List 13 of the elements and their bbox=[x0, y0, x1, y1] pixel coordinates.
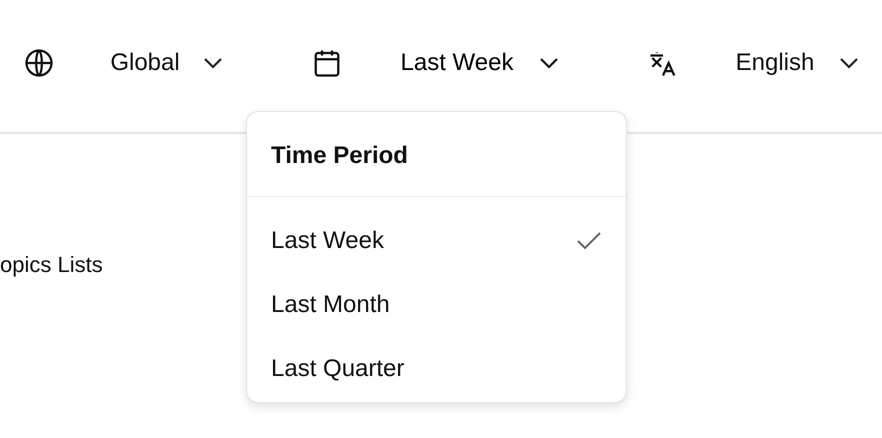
filter-dropdown[interactable]: Global bbox=[24, 48, 224, 78]
chevron-down-icon bbox=[838, 56, 860, 70]
chevron-down-icon bbox=[202, 56, 224, 70]
chevron-down-icon bbox=[538, 56, 560, 70]
menu-item[interactable]: Last Week bbox=[247, 209, 626, 273]
globe-icon bbox=[24, 48, 54, 78]
body-text: opics Lists bbox=[0, 251, 103, 279]
calendar-icon bbox=[312, 48, 342, 78]
menu-item[interactable]: Last Month bbox=[247, 273, 626, 337]
menu-item[interactable]: Last Quarter bbox=[247, 337, 626, 401]
menu-title: Time Period bbox=[247, 112, 626, 197]
filter-dropdown[interactable]: Last Week bbox=[312, 48, 560, 78]
filter-dropdown[interactable]: English bbox=[648, 48, 860, 78]
